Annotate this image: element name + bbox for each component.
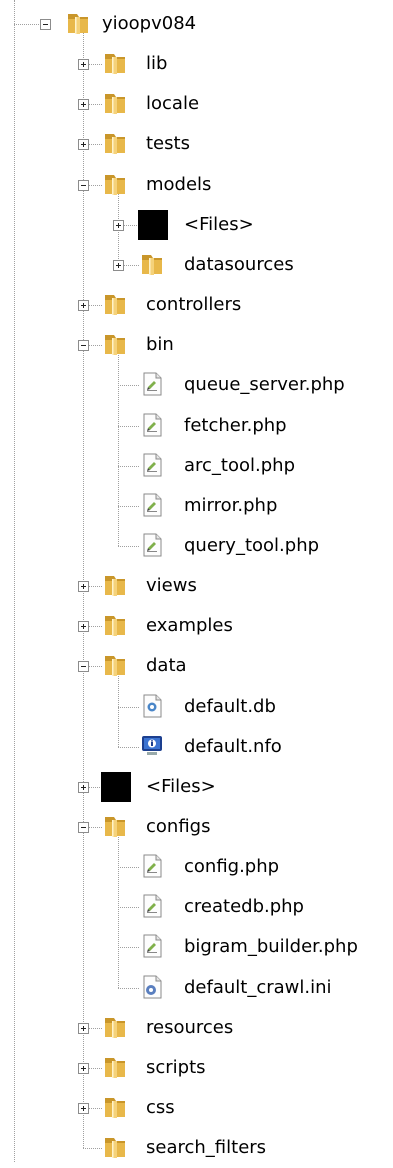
ini-file-icon	[140, 974, 164, 1000]
tree-item-label[interactable]: css	[146, 1097, 175, 1119]
folder-icon	[103, 1054, 127, 1080]
collapse-toggle-icon[interactable]	[78, 179, 89, 191]
php-file-icon	[140, 853, 164, 879]
folder-icon	[66, 10, 90, 36]
folder-icon	[103, 130, 127, 156]
tree-item-label[interactable]: bin	[146, 334, 174, 356]
tree-item-label[interactable]: locale	[146, 93, 199, 115]
expand-toggle-icon[interactable]	[78, 581, 89, 593]
folder-icon	[103, 1014, 127, 1040]
tree-row-bin[interactable]	[0, 325, 393, 365]
tree-item-label[interactable]: lib	[146, 53, 167, 75]
folder-icon	[103, 1134, 127, 1160]
folder-icon	[103, 50, 127, 76]
expand-toggle-icon[interactable]	[78, 1103, 89, 1115]
tree-item-label[interactable]: configs	[146, 816, 210, 838]
expand-toggle-icon[interactable]	[78, 1022, 89, 1034]
collapse-toggle-icon[interactable]	[78, 661, 89, 673]
php-file-icon	[140, 412, 164, 438]
expand-toggle-icon[interactable]	[78, 621, 89, 633]
tree-item-label[interactable]: <Files>	[146, 776, 216, 798]
tree-row-data[interactable]	[0, 646, 393, 686]
tree-row-tests[interactable]	[0, 124, 393, 164]
tree-item-label[interactable]: default_crawl.ini	[184, 977, 332, 999]
tree-item-label[interactable]: default.nfo	[184, 736, 282, 758]
folder-icon	[103, 572, 127, 598]
php-file-icon	[140, 371, 164, 397]
tree-item-label[interactable]: default.db	[184, 696, 276, 718]
expand-toggle-icon[interactable]	[78, 59, 89, 71]
db-file-icon	[140, 693, 164, 719]
tree-item-label[interactable]: datasources	[184, 254, 294, 276]
tree-item-label[interactable]: arc_tool.php	[184, 455, 295, 477]
tree-item-label[interactable]: mirror.php	[184, 495, 277, 517]
folder-icon	[103, 813, 127, 839]
expand-toggle-icon[interactable]	[78, 1062, 89, 1074]
folder-icon	[103, 612, 127, 638]
tree-item-label[interactable]: views	[146, 575, 197, 597]
tree-item-label[interactable]: query_tool.php	[184, 535, 319, 557]
php-file-icon	[140, 933, 164, 959]
tree-item-label[interactable]: fetcher.php	[184, 415, 287, 437]
expand-toggle-icon[interactable]	[113, 259, 124, 271]
tree-item-label[interactable]: data	[146, 655, 187, 677]
folder-icon	[103, 652, 127, 678]
tree-item-label[interactable]: tests	[146, 133, 190, 155]
folder-icon	[103, 171, 127, 197]
php-file-icon	[140, 452, 164, 478]
expand-toggle-icon[interactable]	[113, 219, 124, 231]
php-file-icon	[140, 492, 164, 518]
folder-icon	[103, 1094, 127, 1120]
tree-item-label[interactable]: queue_server.php	[184, 374, 345, 396]
folder-icon	[103, 90, 127, 116]
tree-row-lib[interactable]	[0, 44, 393, 84]
folder-icon	[103, 291, 127, 317]
tree-item-label[interactable]: bigram_builder.php	[184, 936, 358, 958]
tree-item-label[interactable]: config.php	[184, 856, 279, 878]
collapse-toggle-icon[interactable]	[78, 822, 89, 833]
tree-row-css[interactable]	[0, 1088, 393, 1128]
expand-toggle-icon[interactable]	[78, 781, 89, 793]
tree-item-label[interactable]: models	[146, 174, 211, 196]
info-file-icon	[140, 733, 164, 759]
tree-item-label[interactable]: scripts	[146, 1057, 206, 1079]
expand-toggle-icon[interactable]	[78, 99, 89, 111]
expand-toggle-icon[interactable]	[78, 139, 89, 151]
redacted-icon	[101, 771, 131, 802]
tree-item-label[interactable]: examples	[146, 615, 233, 637]
redacted-icon	[138, 209, 168, 240]
file-tree: yioopv084 lib locale tests models <Files>	[0, 0, 393, 1162]
folder-icon	[103, 331, 127, 357]
tree-item-label[interactable]: yioopv084	[102, 13, 196, 35]
tree-item-label[interactable]: <Files>	[184, 214, 254, 236]
expand-toggle-icon[interactable]	[78, 300, 89, 312]
tree-item-label[interactable]: resources	[146, 1017, 233, 1039]
tree-item-label[interactable]: controllers	[146, 294, 241, 316]
collapse-toggle-icon[interactable]	[40, 19, 51, 30]
tree-item-label[interactable]: search_filters	[146, 1137, 266, 1159]
php-file-icon	[140, 532, 164, 558]
collapse-toggle-icon[interactable]	[78, 340, 89, 352]
tree-row-yioopv084[interactable]	[0, 4, 393, 44]
php-file-icon	[140, 893, 164, 919]
folder-icon	[140, 251, 164, 277]
tree-item-label[interactable]: createdb.php	[184, 896, 304, 918]
